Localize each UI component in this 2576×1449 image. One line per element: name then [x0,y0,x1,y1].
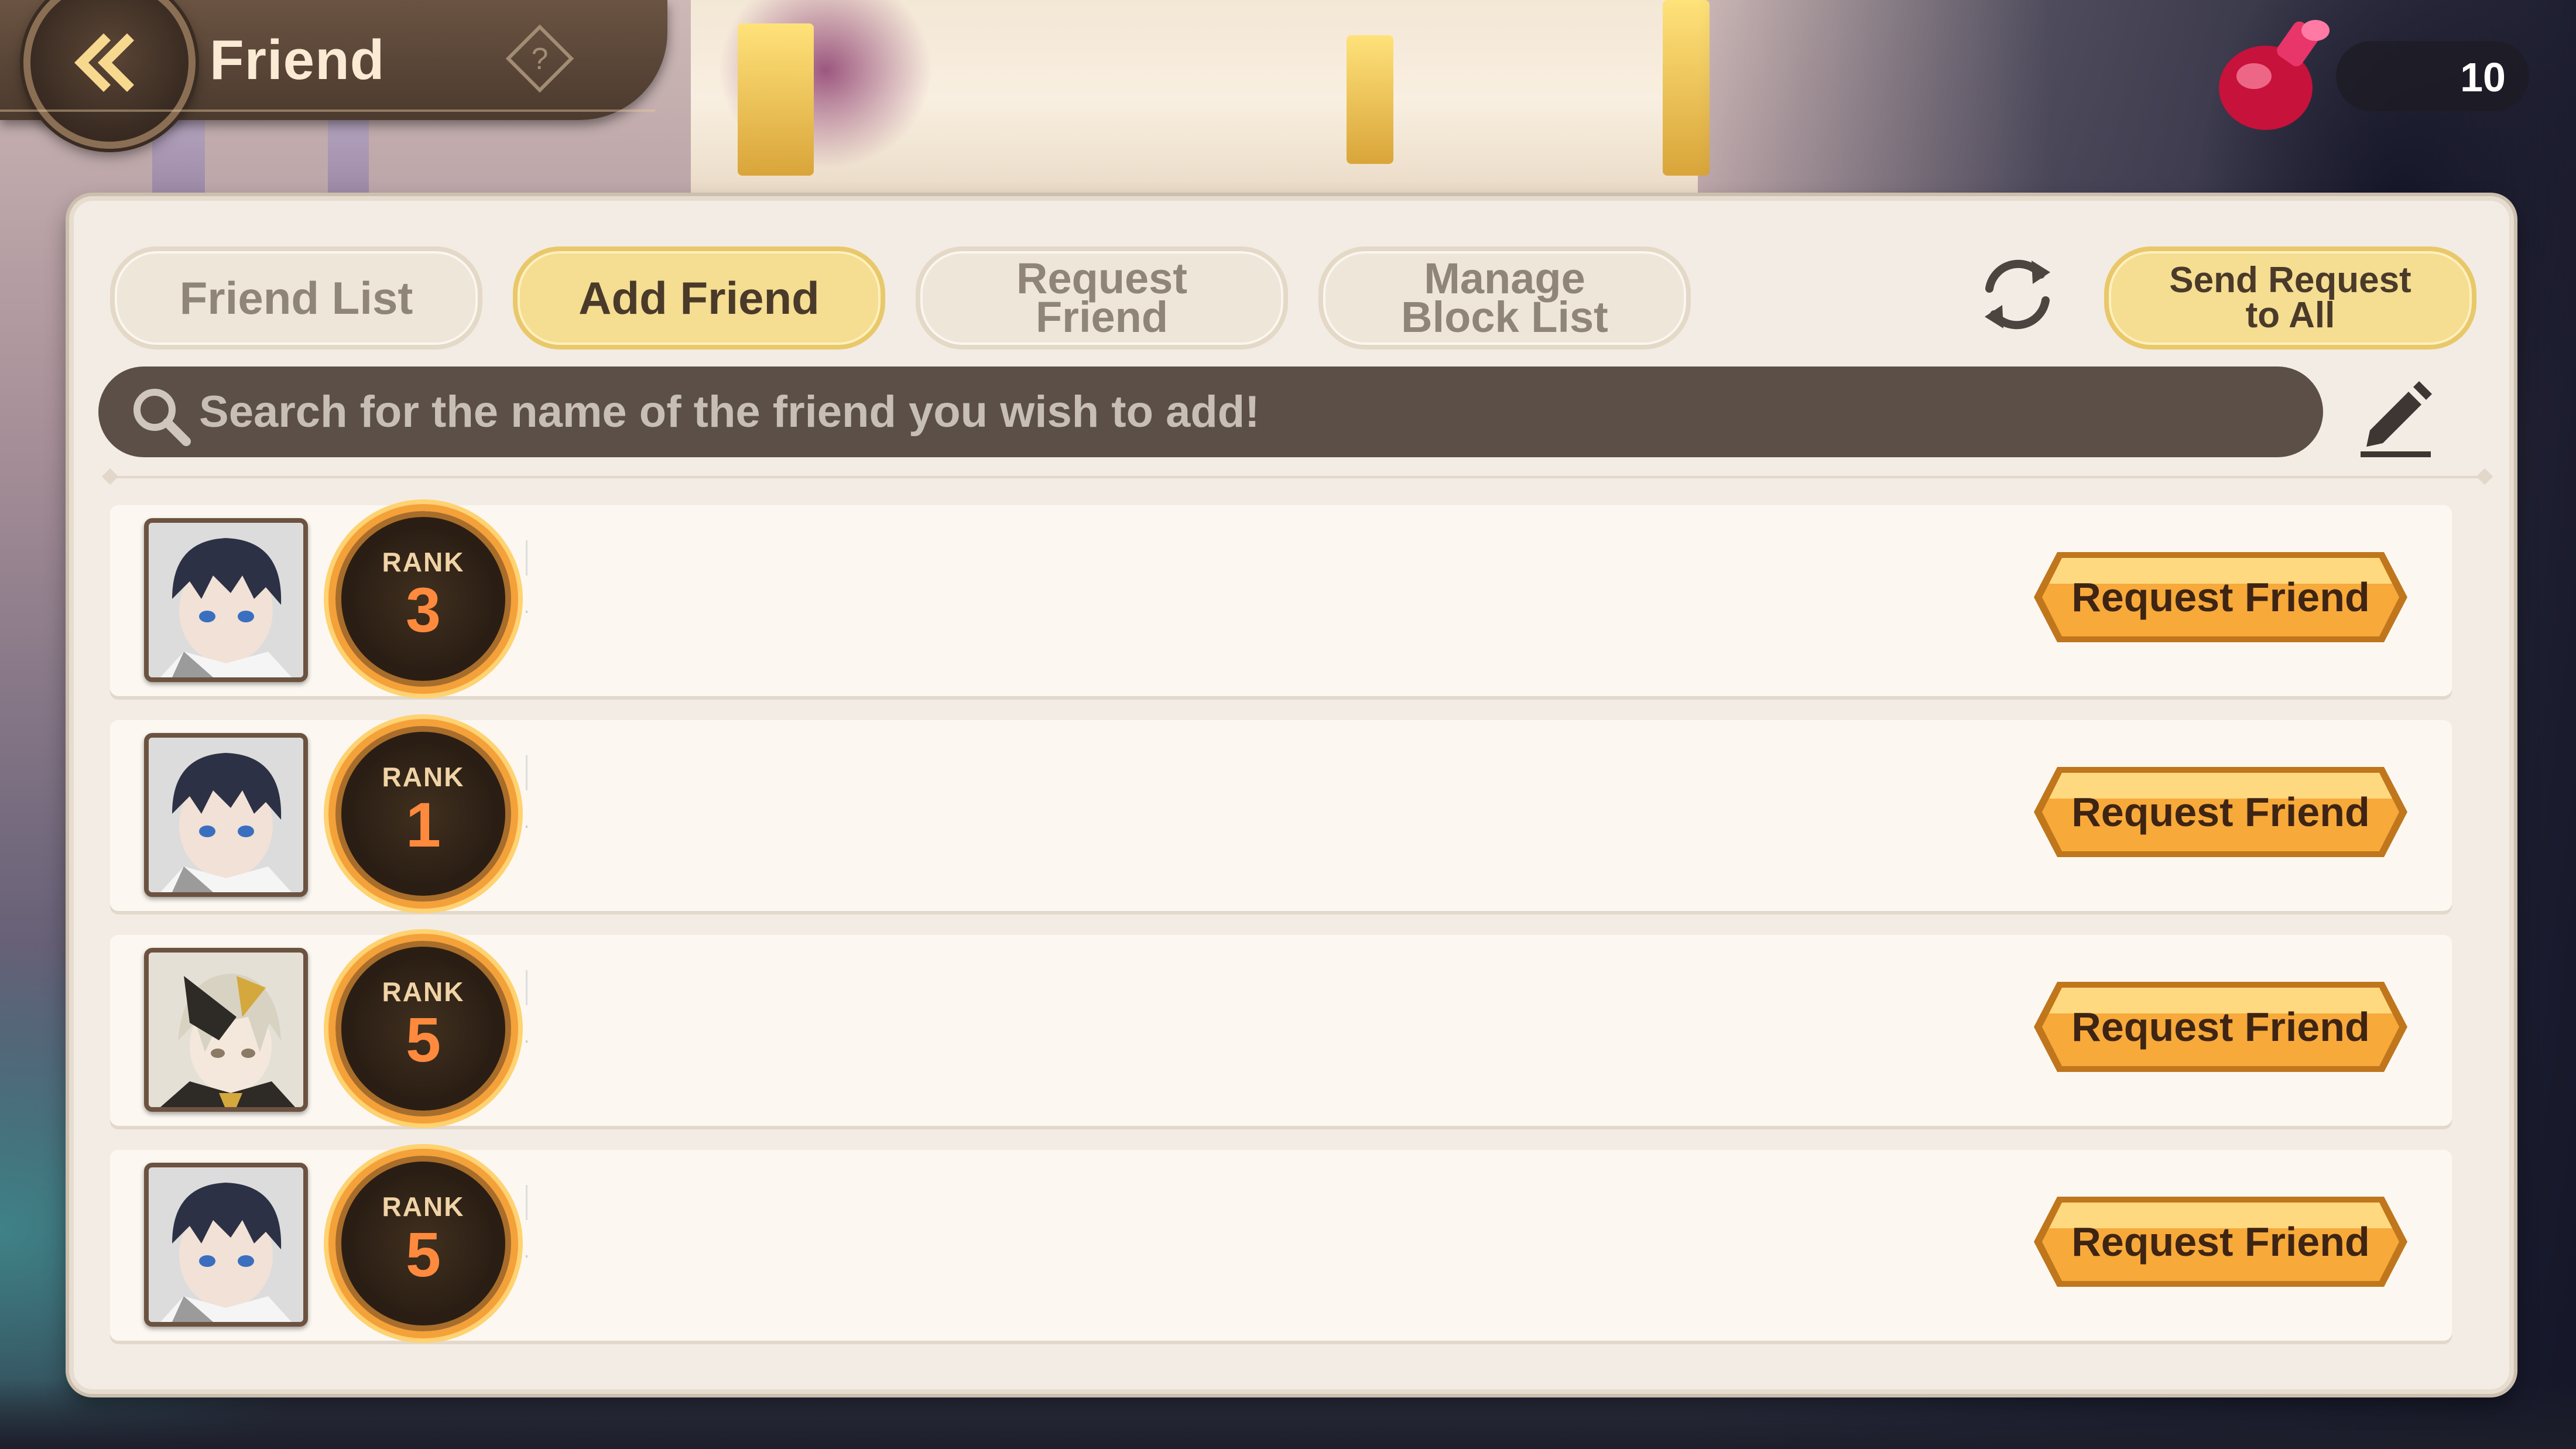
svg-text:?: ? [532,42,549,76]
rank-badge: RANK 3 [335,511,511,687]
name-placeholder [526,1185,527,1302]
rank-value: 1 [405,789,441,860]
button-label: Request Friend [2071,1219,2370,1265]
avatar[interactable] [144,1163,308,1327]
rank-value: 5 [405,1004,441,1075]
tab-label: Add Friend [578,272,820,324]
rank-label: RANK [382,1191,465,1222]
avatar[interactable] [144,948,308,1112]
request-friend-button[interactable]: Request Friend [2030,762,2411,862]
search-icon [133,389,191,446]
search-input[interactable] [199,366,2283,457]
rank-badge: RANK 5 [335,941,511,1116]
tab-manage-block-list[interactable]: Manage Block List [1318,246,1691,350]
rank-label: RANK [382,547,465,577]
armored-girl-avatar [149,953,303,1107]
tab-label: Manage Block List [1401,254,1608,341]
list-item: RANK 3 Request Friend [110,505,2452,696]
dark-haired-boy-avatar [149,1167,303,1322]
name-placeholder [526,755,527,872]
send-request-to-all-button[interactable]: Send Request to All [2104,246,2476,350]
tab-friend-list[interactable]: Friend List [110,246,482,350]
button-label: Request Friend [2071,1004,2370,1050]
name-placeholder [526,540,527,657]
rank-badge: RANK 5 [335,1156,511,1331]
tab-label: Friend List [179,272,413,324]
divider [109,476,2486,478]
rank-value: 3 [405,574,441,645]
dark-haired-boy-avatar [149,738,303,892]
rank-label: RANK [382,977,465,1007]
rank-badge: RANK 1 [335,726,511,902]
request-friend-button[interactable]: Request Friend [2030,547,2411,647]
send-all-label: Send Request to All [2169,260,2411,335]
request-friend-button[interactable]: Request Friend [2030,1192,2411,1292]
friend-panel: Friend List Add Friend Request Friend Ma… [69,196,2514,1394]
name-placeholder [526,970,527,1087]
top-header: Friend ? [0,0,667,149]
edit-pencil-icon[interactable] [2352,371,2440,458]
tab-add-friend[interactable]: Add Friend [513,246,885,350]
currency-value: 10 [2460,54,2506,100]
currency-bar: 10 [2336,41,2529,111]
list-item: RANK 1 Request Friend [110,720,2452,911]
red-potion-icon [2219,20,2330,130]
list-item: RANK 5 Request Friend [110,1150,2452,1341]
list-item: RANK 5 Request Friend [110,935,2452,1126]
refresh-icon[interactable] [1971,248,2064,341]
tab-label: Request Friend [1016,254,1187,341]
page-title: Friend [210,29,385,91]
button-label: Request Friend [2071,574,2370,620]
dark-haired-boy-avatar [149,523,303,677]
button-label: Request Friend [2071,789,2370,835]
search-bar[interactable] [98,366,2323,457]
request-friend-button[interactable]: Request Friend [2030,977,2411,1077]
avatar[interactable] [144,518,308,682]
avatar[interactable] [144,733,308,897]
tab-request-friend[interactable]: Request Friend [916,246,1288,350]
back-arrow-icon [74,33,134,92]
rank-label: RANK [382,762,465,792]
rank-value: 5 [405,1219,441,1290]
question-diamond-icon[interactable]: ? [505,23,575,94]
